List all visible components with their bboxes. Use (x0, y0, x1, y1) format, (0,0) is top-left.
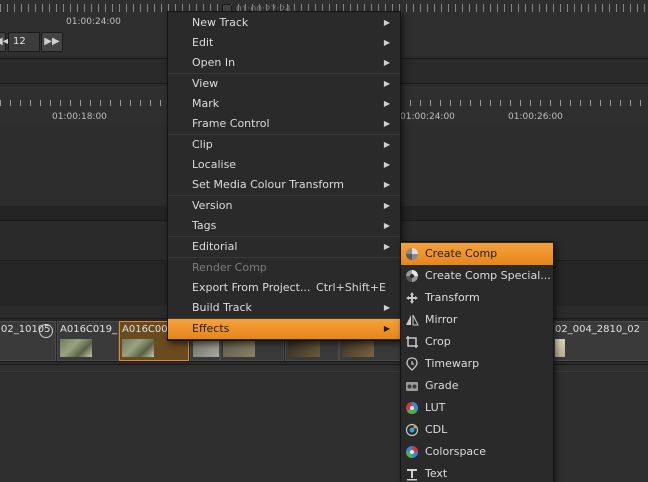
ruler-timecode: 01:00:24:00 (400, 112, 455, 122)
colorspace-icon (406, 446, 418, 458)
submenu-item-lut[interactable]: LUT (401, 397, 553, 419)
submenu-arrow-icon: ▶ (383, 140, 390, 149)
menu-item-clip[interactable]: Clip ▶ (168, 135, 400, 155)
submenu-arrow-icon: ▶ (383, 324, 390, 333)
clip-name: A016C00 (122, 324, 168, 335)
menu-item-mark[interactable]: Mark ▶ (168, 94, 400, 114)
transform-icon (406, 292, 418, 304)
menu-item-edit[interactable]: Edit ▶ (168, 33, 400, 53)
ruler-timecode: 01:00:26:00 (508, 112, 563, 122)
submenu-arrow-icon: ▶ (383, 119, 390, 128)
submenu-item-timewarp[interactable]: Timewarp (401, 353, 553, 375)
clip-thumbnail (555, 339, 565, 357)
menu-item-new-track[interactable]: New Track ▶ (168, 13, 400, 33)
menu-item-frame-control[interactable]: Frame Control ▶ (168, 114, 400, 134)
timeline-context-menu: New Track ▶ Edit ▶ Open In ▶ View ▶ Mark ▶ Fr… (167, 11, 401, 341)
timeline-clip[interactable]: 02_004_2810_02 (554, 321, 648, 361)
menu-item-view[interactable]: View ▶ (168, 74, 400, 94)
submenu-arrow-icon: ▶ (383, 18, 390, 27)
submenu-arrow-icon: ▶ (383, 242, 390, 251)
prev-frame-button[interactable]: ◀◀ (0, 32, 10, 52)
menu-item-open-in[interactable]: Open In ▶ (168, 53, 400, 73)
clip-thumbnail (193, 339, 219, 357)
submenu-item-mirror[interactable]: Mirror (401, 309, 553, 331)
clip-thumbnail (60, 339, 92, 357)
menu-item-editorial[interactable]: Editorial ▶ (168, 237, 400, 257)
submenu-item-crop[interactable]: Crop (401, 331, 553, 353)
effects-submenu: Create Comp Create Comp Special... Trans… (400, 241, 554, 482)
timeline-clip[interactable]: 02_10105 (0, 321, 56, 361)
menu-item-build-track[interactable]: Build Track ▶ (168, 298, 400, 318)
clip-name: A016C019_ (60, 324, 117, 335)
keyboard-shortcut: Ctrl+Shift+E (316, 281, 386, 294)
clip-name: 02_004_2810_02 (555, 324, 640, 335)
submenu-item-grade[interactable]: Grade (401, 375, 553, 397)
timeline-clip[interactable]: A016C019_ (57, 321, 119, 361)
ruler-timecode: 01:00:18:00 (52, 112, 107, 122)
clip-thumbnail (342, 339, 374, 357)
clip-thumbnail (122, 339, 154, 357)
submenu-item-text[interactable]: Text (401, 463, 553, 482)
submenu-arrow-icon: ▶ (383, 303, 390, 312)
submenu-item-colorspace[interactable]: Colorspace (401, 441, 553, 463)
menu-item-localise[interactable]: Localise ▶ (168, 155, 400, 175)
clip-thumbnail (288, 339, 320, 357)
link-icon (39, 324, 53, 338)
submenu-arrow-icon: ▶ (383, 180, 390, 189)
submenu-arrow-icon: ▶ (383, 221, 390, 230)
text-icon (407, 469, 417, 481)
create-comp-special-icon (406, 270, 418, 282)
timewarp-icon (406, 357, 418, 371)
top-timecode: 01:00:24:00 (66, 17, 121, 27)
submenu-arrow-icon: ▶ (383, 99, 390, 108)
menu-item-set-media-colour-transform[interactable]: Set Media Colour Transform ▶ (168, 175, 400, 195)
menu-item-export-from-project[interactable]: Export From Project... Ctrl+Shift+E (168, 278, 400, 298)
submenu-arrow-icon: ▶ (383, 58, 390, 67)
menu-item-tags[interactable]: Tags ▶ (168, 216, 400, 236)
frame-step-input[interactable]: 12 (8, 32, 40, 52)
menu-item-version[interactable]: Version ▶ (168, 196, 400, 216)
crop-icon (406, 336, 418, 348)
next-frame-button[interactable]: ▶▶ (41, 32, 63, 52)
menu-item-render-comp: Render Comp (192, 261, 267, 274)
lut-icon (406, 402, 419, 415)
submenu-item-cdl[interactable]: CDL (401, 419, 553, 441)
submenu-arrow-icon: ▶ (383, 38, 390, 47)
submenu-item-transform[interactable]: Transform (401, 287, 553, 309)
create-comp-icon (406, 248, 418, 260)
submenu-item-create-comp-special[interactable]: Create Comp Special... (401, 265, 553, 287)
submenu-item-create-comp[interactable]: Create Comp (401, 243, 553, 265)
submenu-arrow-icon: ▶ (383, 79, 390, 88)
cdl-icon (405, 423, 419, 437)
menu-item-effects[interactable]: Effects ▶ (168, 319, 400, 339)
grade-icon (406, 382, 418, 391)
submenu-arrow-icon: ▶ (383, 160, 390, 169)
mirror-icon (406, 314, 419, 326)
submenu-arrow-icon: ▶ (383, 201, 390, 210)
clip-thumbnail (223, 339, 255, 357)
